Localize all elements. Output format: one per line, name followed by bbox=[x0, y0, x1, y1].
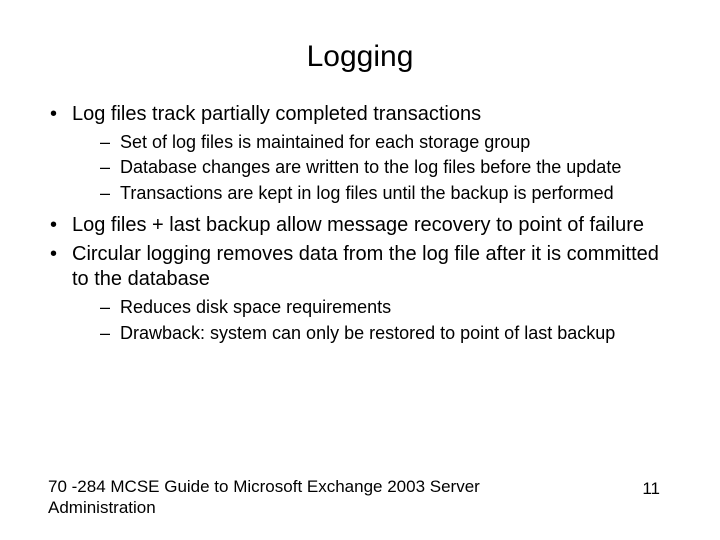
bullet-list: Log files track partially completed tran… bbox=[40, 102, 680, 345]
sub-bullet-text: Transactions are kept in log files until… bbox=[120, 183, 614, 203]
bullet-text: Log files track partially completed tran… bbox=[72, 103, 481, 125]
slide-footer: 70 -284 MCSE Guide to Microsoft Exchange… bbox=[48, 477, 660, 518]
bullet-item: Log files track partially completed tran… bbox=[50, 102, 680, 205]
sub-bullet-item: Drawback: system can only be restored to… bbox=[100, 322, 680, 345]
sub-bullet-list: Set of log files is maintained for each … bbox=[72, 131, 680, 205]
sub-bullet-text: Reduces disk space requirements bbox=[120, 297, 391, 317]
bullet-item: Circular logging removes data from the l… bbox=[50, 242, 680, 345]
sub-bullet-item: Database changes are written to the log … bbox=[100, 156, 680, 179]
page-number: 11 bbox=[642, 477, 660, 499]
bullet-item: Log files + last backup allow message re… bbox=[50, 213, 680, 238]
slide-title: Logging bbox=[40, 40, 680, 74]
sub-bullet-text: Set of log files is maintained for each … bbox=[120, 132, 530, 152]
sub-bullet-item: Transactions are kept in log files until… bbox=[100, 182, 680, 205]
slide: Logging Log files track partially comple… bbox=[0, 0, 720, 540]
sub-bullet-item: Reduces disk space requirements bbox=[100, 296, 680, 319]
sub-bullet-text: Drawback: system can only be restored to… bbox=[120, 323, 615, 343]
footer-source: 70 -284 MCSE Guide to Microsoft Exchange… bbox=[48, 477, 568, 518]
sub-bullet-item: Set of log files is maintained for each … bbox=[100, 131, 680, 154]
sub-bullet-list: Reduces disk space requirements Drawback… bbox=[72, 296, 680, 345]
bullet-text: Log files + last backup allow message re… bbox=[72, 214, 644, 236]
sub-bullet-text: Database changes are written to the log … bbox=[120, 157, 621, 177]
bullet-text: Circular logging removes data from the l… bbox=[72, 243, 659, 290]
